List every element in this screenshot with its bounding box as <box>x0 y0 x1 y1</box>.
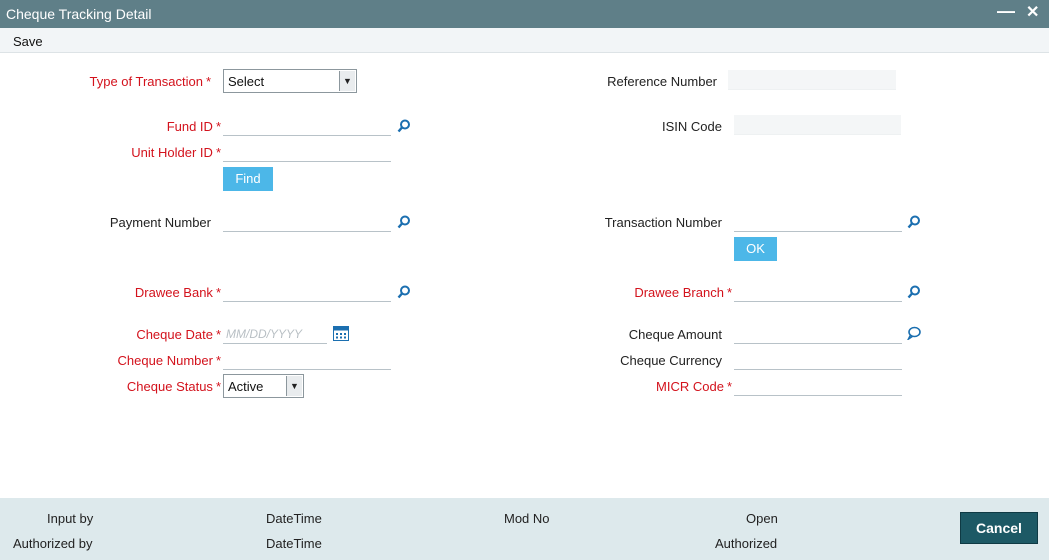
ok-button[interactable]: OK <box>734 237 777 261</box>
chevron-down-icon: ▼ <box>339 71 355 91</box>
drawee-branch-field[interactable] <box>734 282 902 302</box>
reference-number-label: Reference Number <box>607 74 717 89</box>
save-menu-item[interactable]: Save <box>13 34 43 49</box>
title-bar: Cheque Tracking Detail — ✕ <box>0 0 1049 28</box>
calendar-icon[interactable] <box>333 326 349 341</box>
type-of-transaction-select[interactable]: Select ▼ <box>223 69 357 93</box>
unit-holder-id-label: Unit Holder ID * <box>131 145 221 160</box>
cheque-amount-field[interactable] <box>734 324 902 344</box>
cancel-button[interactable]: Cancel <box>961 513 1037 543</box>
magnifier-icon[interactable] <box>397 119 411 133</box>
cheque-amount-label: Cheque Amount <box>628 327 722 342</box>
cheque-date-field[interactable] <box>223 324 327 344</box>
cheque-date-label: Cheque Date * <box>136 327 221 342</box>
audit-footer <box>0 498 1049 560</box>
magnifier-icon[interactable] <box>907 285 921 299</box>
magnifier-icon[interactable] <box>907 215 921 229</box>
authorized-by-label: Authorized by <box>13 536 93 551</box>
micr-code-label: MICR Code * <box>656 379 732 394</box>
drawee-bank-field[interactable] <box>223 282 391 302</box>
transaction-number-label: Transaction Number <box>604 215 722 230</box>
magnifier-icon[interactable] <box>397 215 411 229</box>
mod-no-label: Mod No <box>504 511 550 526</box>
close-icon[interactable]: ✕ <box>1026 4 1039 22</box>
cheque-currency-field[interactable] <box>734 350 902 370</box>
cheque-status-select[interactable]: Active ▼ <box>223 374 304 398</box>
authorized-status-label: Authorized <box>715 536 778 551</box>
isin-code-field <box>734 115 901 135</box>
reference-number-field <box>728 70 896 90</box>
drawee-branch-label: Drawee Branch * <box>634 285 732 300</box>
unit-holder-id-field[interactable] <box>223 142 391 162</box>
chevron-down-icon: ▼ <box>286 376 302 396</box>
micr-code-field[interactable] <box>734 376 902 396</box>
type-of-transaction-label: Type of Transaction * <box>89 74 211 89</box>
window-title: Cheque Tracking Detail <box>6 6 152 22</box>
speech-bubble-icon[interactable] <box>907 326 921 340</box>
open-status-label: Open <box>746 511 778 526</box>
cheque-number-field[interactable] <box>223 350 391 370</box>
authorized-datetime-label: DateTime <box>266 536 322 551</box>
transaction-number-field[interactable] <box>734 212 902 232</box>
input-by-label: Input by <box>47 511 94 526</box>
fund-id-label: Fund ID * <box>166 119 221 134</box>
drawee-bank-label: Drawee Bank * <box>134 285 221 300</box>
cheque-number-label: Cheque Number * <box>117 353 221 368</box>
cheque-status-label: Cheque Status * <box>126 379 221 394</box>
magnifier-icon[interactable] <box>397 285 411 299</box>
payment-number-label: Payment Number <box>109 215 211 230</box>
payment-number-field[interactable] <box>223 212 391 232</box>
minimize-icon[interactable]: — <box>997 2 1015 20</box>
find-button[interactable]: Find <box>223 167 273 191</box>
cheque-currency-label: Cheque Currency <box>620 353 722 368</box>
input-datetime-label: DateTime <box>266 511 322 526</box>
isin-code-label: ISIN Code <box>662 119 722 134</box>
fund-id-field[interactable] <box>223 116 391 136</box>
menu-bar: Save <box>0 28 1049 53</box>
